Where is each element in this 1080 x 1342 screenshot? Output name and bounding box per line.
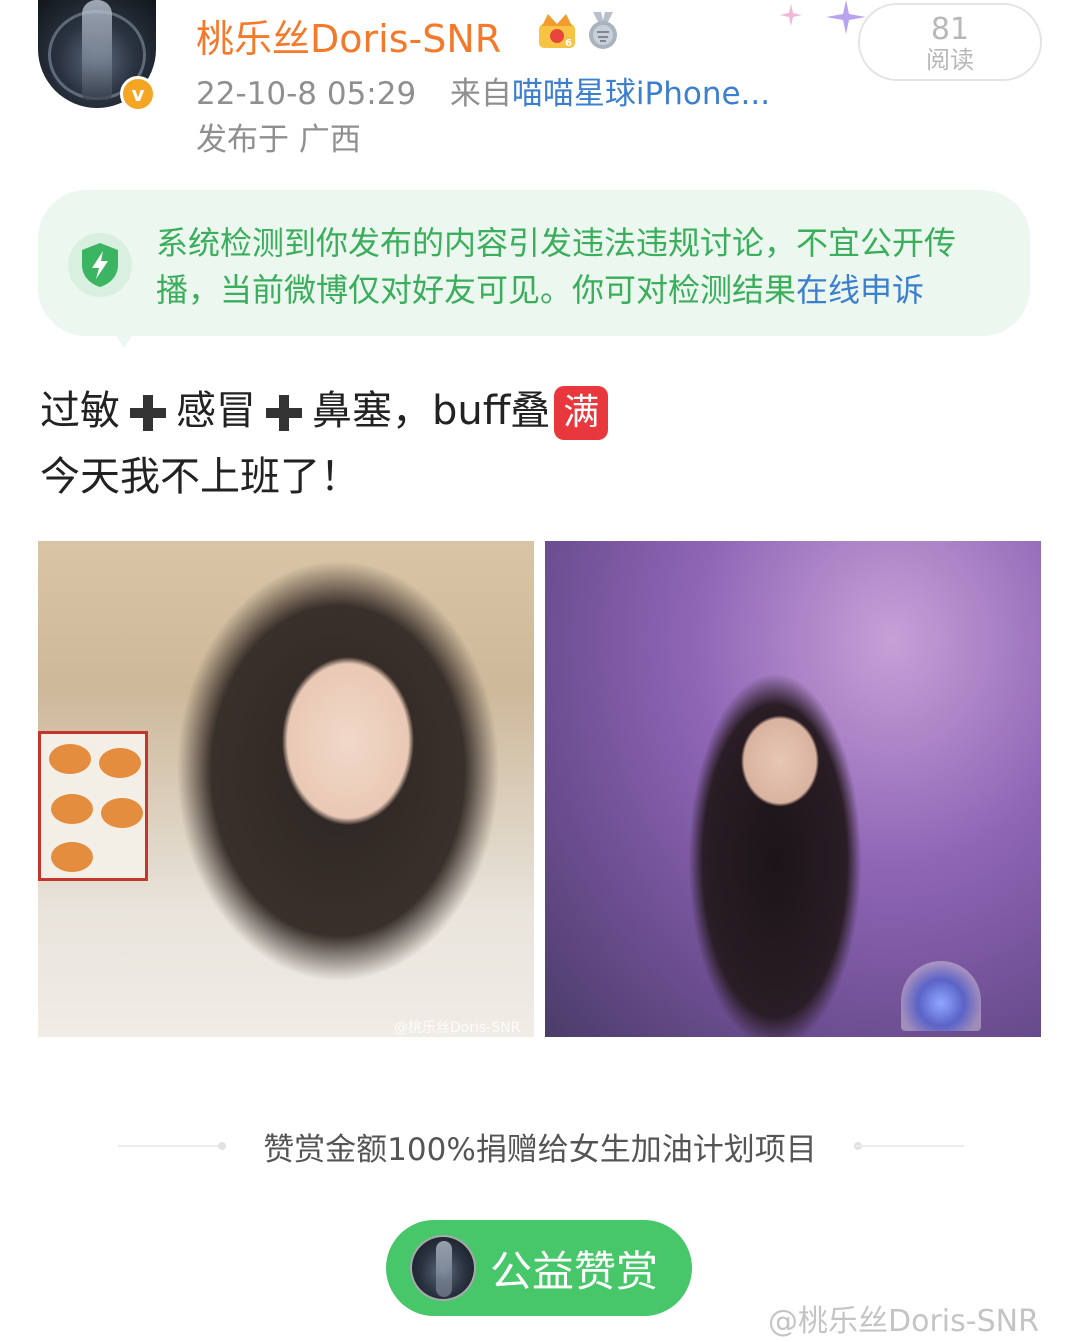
svg-text:6: 6: [565, 38, 572, 49]
reward-description-row: 赞赏金额100%捐赠给女生加油计划项目: [0, 1124, 1080, 1168]
answer-medal-icon[interactable]: [584, 10, 622, 50]
post-photo-2[interactable]: [545, 541, 1041, 1037]
crystal-ball-decor: [901, 961, 981, 1031]
post-text-line-1: 过敏 感冒 鼻塞，buff叠满: [40, 378, 609, 440]
vip-crown-icon[interactable]: 6: [536, 10, 578, 50]
post-word-allergy: 过敏: [40, 388, 120, 434]
read-label: 阅读: [926, 46, 974, 74]
weibo-watermark: @桃乐丝Doris-SNR: [768, 1304, 1039, 1339]
post-location: 发布于 广西: [196, 122, 361, 158]
sparkle-icon: [780, 4, 802, 26]
charity-reward-button[interactable]: 公益赞赏: [386, 1220, 692, 1316]
shield-icon: [68, 233, 132, 297]
post-word-cold: 感冒: [176, 388, 256, 434]
post-word-congestion: 鼻塞，buff叠: [312, 388, 551, 434]
notice-text: 系统检测到你发布的内容引发违法违规讨论，不宜公开传播，当前微博仅对好友可见。你可…: [156, 220, 996, 314]
post-text-line-2: 今天我不上班了！: [40, 454, 360, 500]
appeal-link[interactable]: 在线申诉: [796, 271, 924, 309]
read-count-pill[interactable]: 81 阅读: [858, 3, 1042, 81]
read-count: 81: [930, 12, 970, 47]
full-emoji-icon: 满: [554, 386, 609, 440]
verified-badge-icon: v: [120, 76, 156, 112]
post-photo-1[interactable]: @桃乐丝Doris-SNR: [38, 541, 534, 1037]
reward-button-label: 公益赞赏: [490, 1246, 659, 1296]
photo-watermark: @桃乐丝Doris-SNR: [394, 1020, 521, 1036]
plus-icon: [266, 395, 302, 431]
post-timestamp: 22-10-8 05:29: [196, 76, 417, 112]
source-prefix: 来自: [449, 76, 512, 112]
username[interactable]: 桃乐丝Doris-SNR: [196, 8, 501, 63]
reward-avatar: [410, 1235, 476, 1301]
avatar-figure: [82, 0, 112, 100]
verified-badge-symbol: v: [131, 82, 145, 106]
notice-tail: [112, 330, 136, 348]
menu-board-background: [38, 731, 148, 881]
post-meta: 22-10-8 05:29 来自喵喵星球iPhone...: [196, 68, 770, 113]
plus-icon: [130, 395, 166, 431]
source-device-link[interactable]: 喵喵星球iPhone...: [512, 76, 770, 112]
divider-line: [856, 1145, 964, 1147]
